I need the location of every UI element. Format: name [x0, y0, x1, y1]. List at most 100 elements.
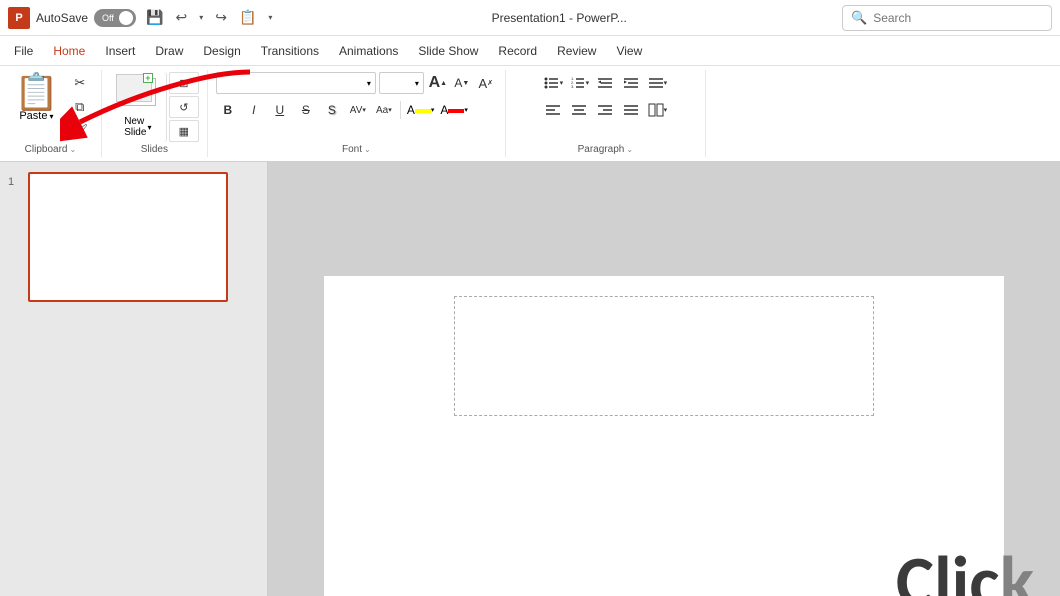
toggle-off-text: Off	[102, 13, 114, 23]
font-label: Font ⌄	[342, 144, 371, 155]
decrease-font-size-button[interactable]: A▼	[451, 72, 473, 94]
menu-draw[interactable]: Draw	[145, 40, 193, 62]
cut-button[interactable]: ✂	[67, 72, 93, 94]
clipboard-expand-icon[interactable]: ⌄	[69, 145, 76, 154]
new-slide-button[interactable]: + New Slide ▾	[110, 72, 167, 142]
underline-button[interactable]: U	[268, 99, 292, 121]
clear-format-button[interactable]: A✗	[475, 72, 497, 94]
menu-animations[interactable]: Animations	[329, 40, 408, 62]
menu-view[interactable]: View	[606, 40, 652, 62]
font-color-indicator	[448, 109, 464, 113]
font-size-arrow: ▾	[415, 79, 419, 88]
title-bar-icons: 💾 ↩ ▾ ↪ 📋 ▾	[142, 7, 276, 28]
columns-arrow: ▾	[664, 106, 668, 114]
italic-button[interactable]: I	[242, 99, 266, 121]
paste-button[interactable]: 📋 Paste ▾	[8, 72, 65, 124]
paste-dropdown-icon[interactable]: ▾	[49, 112, 53, 121]
case-button[interactable]: Aa▾	[372, 99, 396, 121]
highlight-arrow: ▾	[431, 106, 435, 114]
char-spacing-button[interactable]: AV▾	[346, 99, 370, 121]
ribbon: 📋 Paste ▾ ✂ ⧉ 🖌 Clipboard ⌄	[0, 66, 1060, 162]
slide-sub-buttons: ⊞ ↺ ▦	[169, 72, 199, 142]
font-format-row: B I U S S AV▾ Aa▾ A ▾ A ▾	[216, 99, 470, 121]
undo-dropdown-icon[interactable]: ▾	[195, 11, 207, 24]
slides-label: Slides	[141, 144, 168, 155]
font-expand-icon[interactable]: ⌄	[364, 145, 371, 154]
menu-file[interactable]: File	[4, 40, 43, 62]
columns-button[interactable]: ▾	[645, 99, 669, 121]
text-placeholder	[454, 296, 874, 416]
menu-transitions[interactable]: Transitions	[251, 40, 329, 62]
increase-font-size-button[interactable]: A▲	[427, 72, 449, 94]
section-button[interactable]: ▦	[169, 120, 199, 142]
layout-button[interactable]: ⊞	[169, 72, 199, 94]
font-row-1: ▾ ▾ A▲ A▼ A✗	[216, 72, 497, 94]
numbering-button[interactable]: 1.2.3. ▾	[567, 72, 591, 94]
ribbon-slides-group: + New Slide ▾ ⊞ ↺ ▦ Slides	[102, 70, 208, 157]
search-box[interactable]: 🔍	[842, 5, 1052, 31]
font-color-icon: A	[440, 103, 448, 117]
paragraph-expand-icon[interactable]: ⌄	[626, 145, 633, 154]
new-slide-arrow: ▾	[147, 123, 151, 132]
save-icon[interactable]: 💾	[142, 7, 167, 28]
menu-review[interactable]: Review	[547, 40, 606, 62]
clipboard-content: 📋 Paste ▾ ✂ ⧉ 🖌	[8, 72, 93, 142]
slide-thumbnail-1[interactable]	[28, 172, 228, 302]
align-left-button[interactable]	[541, 99, 565, 121]
title-bar: P AutoSave Off 💾 ↩ ▾ ↪ 📋 ▾ Presentation1…	[0, 0, 1060, 36]
font-name-arrow: ▾	[367, 79, 371, 88]
menu-slideshow[interactable]: Slide Show	[408, 40, 488, 62]
undo-icon[interactable]: ↩	[171, 7, 191, 28]
reset-button[interactable]: ↺	[169, 96, 199, 118]
menu-home[interactable]: Home	[43, 40, 95, 62]
align-right-button[interactable]	[593, 99, 617, 121]
strikethrough-button[interactable]: S	[294, 99, 318, 121]
format-painter-button[interactable]: 🖌	[67, 120, 93, 142]
increase-indent-button[interactable]	[619, 72, 643, 94]
list-right-button[interactable]: ▾	[645, 72, 669, 94]
menu-design[interactable]: Design	[193, 40, 250, 62]
customize-qat-icon[interactable]: 📋	[235, 7, 260, 28]
ribbon-clipboard-group: 📋 Paste ▾ ✂ ⧉ 🖌 Clipboard ⌄	[0, 70, 102, 157]
highlight-icon: A	[407, 103, 415, 117]
highlight-color-button[interactable]: A ▾	[405, 99, 437, 121]
toggle-knob	[119, 11, 133, 25]
font-name-dropdown[interactable]: ▾	[216, 72, 376, 94]
clipboard-label: Clipboard ⌄	[25, 144, 77, 155]
bullets-arrow: ▾	[560, 79, 564, 87]
slide-panel: 1	[0, 162, 268, 596]
align-center-button[interactable]	[567, 99, 591, 121]
menu-insert[interactable]: Insert	[95, 40, 145, 62]
qat-dropdown-icon[interactable]: ▾	[264, 11, 276, 24]
presentation-title: Presentation1 - PowerP...	[282, 11, 836, 25]
menu-record[interactable]: Record	[488, 40, 547, 62]
autosave-toggle[interactable]: Off	[94, 9, 136, 27]
numbering-arrow: ▾	[586, 79, 590, 87]
font-content: ▾ ▾ A▲ A▼ A✗ B I U S S AV▾ Aa▾	[216, 72, 497, 142]
slide-number-1: 1	[8, 176, 22, 188]
copy-button[interactable]: ⧉	[67, 96, 93, 118]
ribbon-font-group: ▾ ▾ A▲ A▼ A✗ B I U S S AV▾ Aa▾	[208, 70, 506, 157]
menu-bar: File Home Insert Draw Design Transitions…	[0, 36, 1060, 66]
search-icon: 🔍	[851, 10, 867, 26]
font-color-arrow: ▾	[464, 106, 468, 114]
slide-canvas: Click	[324, 276, 1004, 596]
ribbon-paragraph-group: ▾ 1.2.3. ▾ ▾	[506, 70, 706, 157]
slide-1-container: 1	[8, 172, 259, 302]
redo-icon[interactable]: ↪	[211, 7, 231, 28]
paragraph-label: Paragraph ⌄	[578, 144, 633, 155]
bullets-button[interactable]: ▾	[541, 72, 565, 94]
shadow-button[interactable]: S	[320, 99, 344, 121]
powerpoint-logo: P	[8, 7, 30, 29]
autosave-label: AutoSave	[36, 11, 88, 25]
decrease-indent-button[interactable]	[593, 72, 617, 94]
slide-text-preview: Click	[896, 538, 1034, 596]
slides-content: + New Slide ▾ ⊞ ↺ ▦	[110, 72, 199, 142]
bold-button[interactable]: B	[216, 99, 240, 121]
justify-button[interactable]	[619, 99, 643, 121]
font-size-dropdown[interactable]: ▾	[379, 72, 424, 94]
paste-icon: 📋	[14, 74, 59, 110]
font-color-button[interactable]: A ▾	[438, 99, 470, 121]
search-input[interactable]	[873, 11, 1043, 25]
canvas-area[interactable]: Click	[268, 162, 1060, 596]
